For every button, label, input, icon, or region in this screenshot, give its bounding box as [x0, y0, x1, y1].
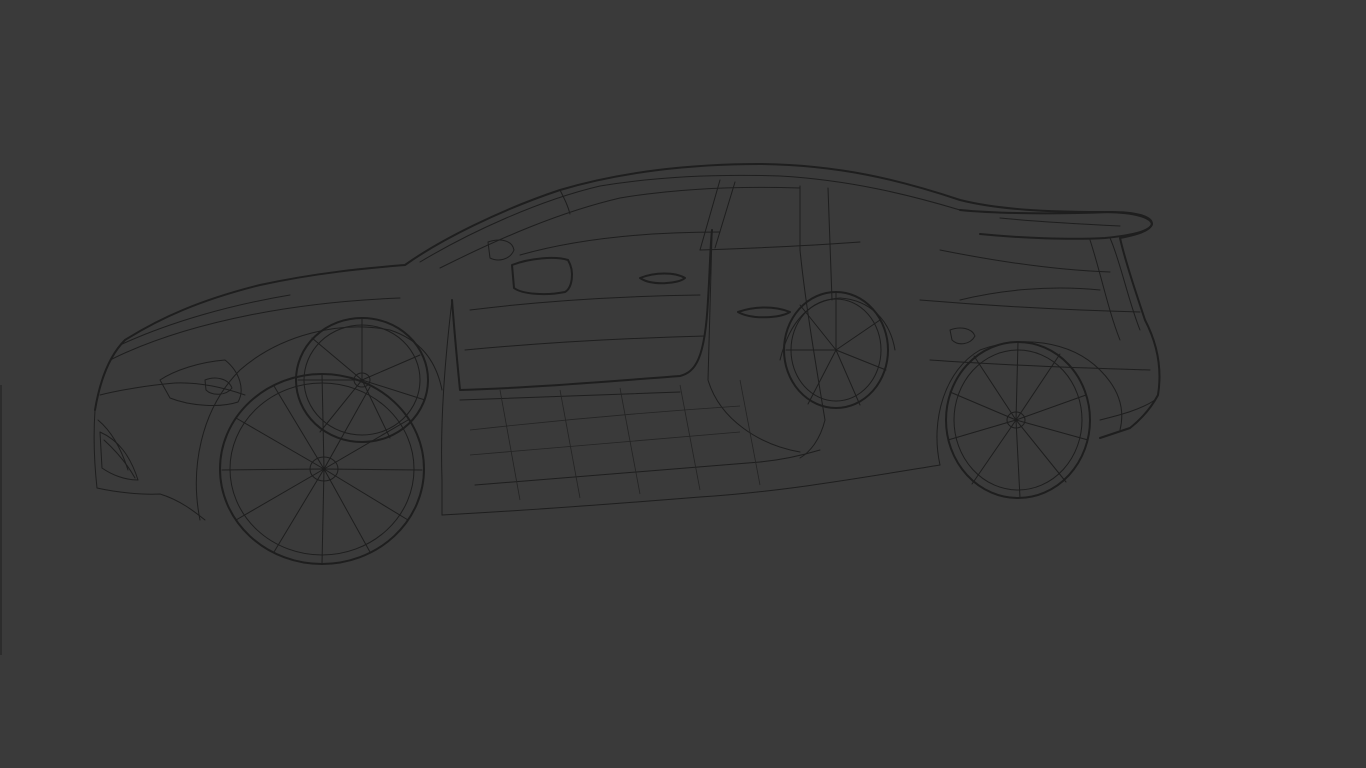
car-body-shell — [93, 163, 1161, 521]
front-wheel-far — [295, 317, 429, 443]
3d-viewport[interactable] — [0, 0, 1366, 768]
front-wheel-near — [219, 373, 425, 565]
car-wireframe-model[interactable] — [0, 0, 1366, 768]
